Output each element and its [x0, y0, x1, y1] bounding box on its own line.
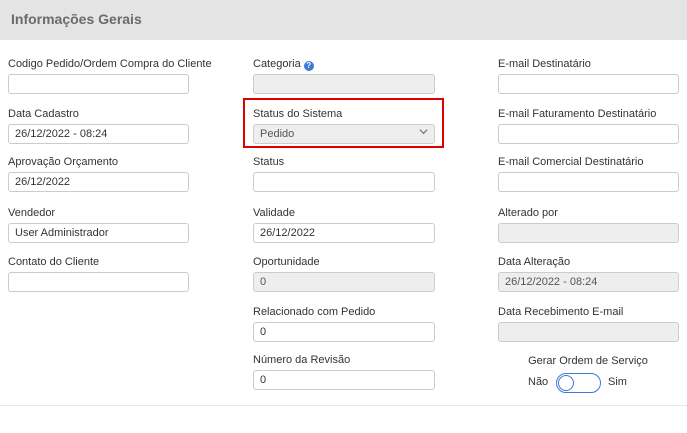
data-cadastro-label: Data Cadastro [8, 108, 79, 120]
numero-revisao-input[interactable]: 0 [253, 370, 435, 390]
categoria-label: Categoria? [253, 58, 314, 71]
toggle-knob[interactable] [558, 375, 574, 391]
data-recebimento-label: Data Recebimento E-mail [498, 306, 624, 318]
email-destinatario-input[interactable] [498, 74, 679, 94]
email-comercial-input[interactable] [498, 172, 679, 192]
categoria-input[interactable] [253, 74, 435, 94]
toggle-on-label: Sim [608, 376, 627, 388]
highlight-box [243, 98, 444, 148]
email-destinatario-label: E-mail Destinatário [498, 58, 591, 70]
section-header: Informações Gerais [0, 0, 687, 40]
vendedor-label: Vendedor [8, 207, 56, 219]
alterado-por-input[interactable] [498, 223, 679, 243]
email-faturamento-label: E-mail Faturamento Destinatário [498, 108, 657, 120]
data-alteracao-input[interactable]: 26/12/2022 - 08:24 [498, 272, 679, 292]
section-divider [0, 405, 687, 406]
vendedor-input[interactable]: User Administrador [8, 223, 189, 243]
section-title: Informações Gerais [11, 11, 142, 27]
codigo-pedido-label: Codigo Pedido/Ordem Compra do Cliente [8, 58, 212, 70]
validade-input[interactable]: 26/12/2022 [253, 223, 435, 243]
gerar-os-toggle-row: Não Sim [498, 371, 678, 395]
relacionado-pedido-label: Relacionado com Pedido [253, 306, 376, 318]
numero-revisao-label: Número da Revisão [253, 354, 351, 366]
categoria-label-text: Categoria [253, 58, 301, 70]
aprovacao-orcamento-input[interactable]: 26/12/2022 [8, 172, 189, 192]
email-faturamento-input[interactable] [498, 124, 679, 144]
data-recebimento-input[interactable] [498, 322, 679, 342]
oportunidade-label: Oportunidade [253, 256, 320, 268]
status-input[interactable] [253, 172, 435, 192]
codigo-pedido-input[interactable] [8, 74, 189, 94]
oportunidade-input[interactable]: 0 [253, 272, 435, 292]
status-label: Status [253, 156, 285, 168]
alterado-por-label: Alterado por [498, 207, 558, 219]
relacionado-pedido-input[interactable]: 0 [253, 322, 435, 342]
data-cadastro-input[interactable]: 26/12/2022 - 08:24 [8, 124, 189, 144]
data-alteracao-label: Data Alteração [498, 256, 571, 268]
toggle-off-label: Não [528, 376, 549, 388]
question-circle-icon[interactable]: ? [303, 61, 314, 71]
contato-cliente-input[interactable] [8, 272, 189, 292]
aprovacao-orcamento-label: Aprovação Orçamento [8, 156, 119, 168]
email-comercial-label: E-mail Comercial Destinatário [498, 156, 644, 168]
contato-cliente-label: Contato do Cliente [8, 256, 100, 268]
validade-label: Validade [253, 207, 295, 219]
gerar-os-label: Gerar Ordem de Serviço [528, 355, 648, 367]
gerar-os-toggle[interactable] [556, 373, 601, 393]
